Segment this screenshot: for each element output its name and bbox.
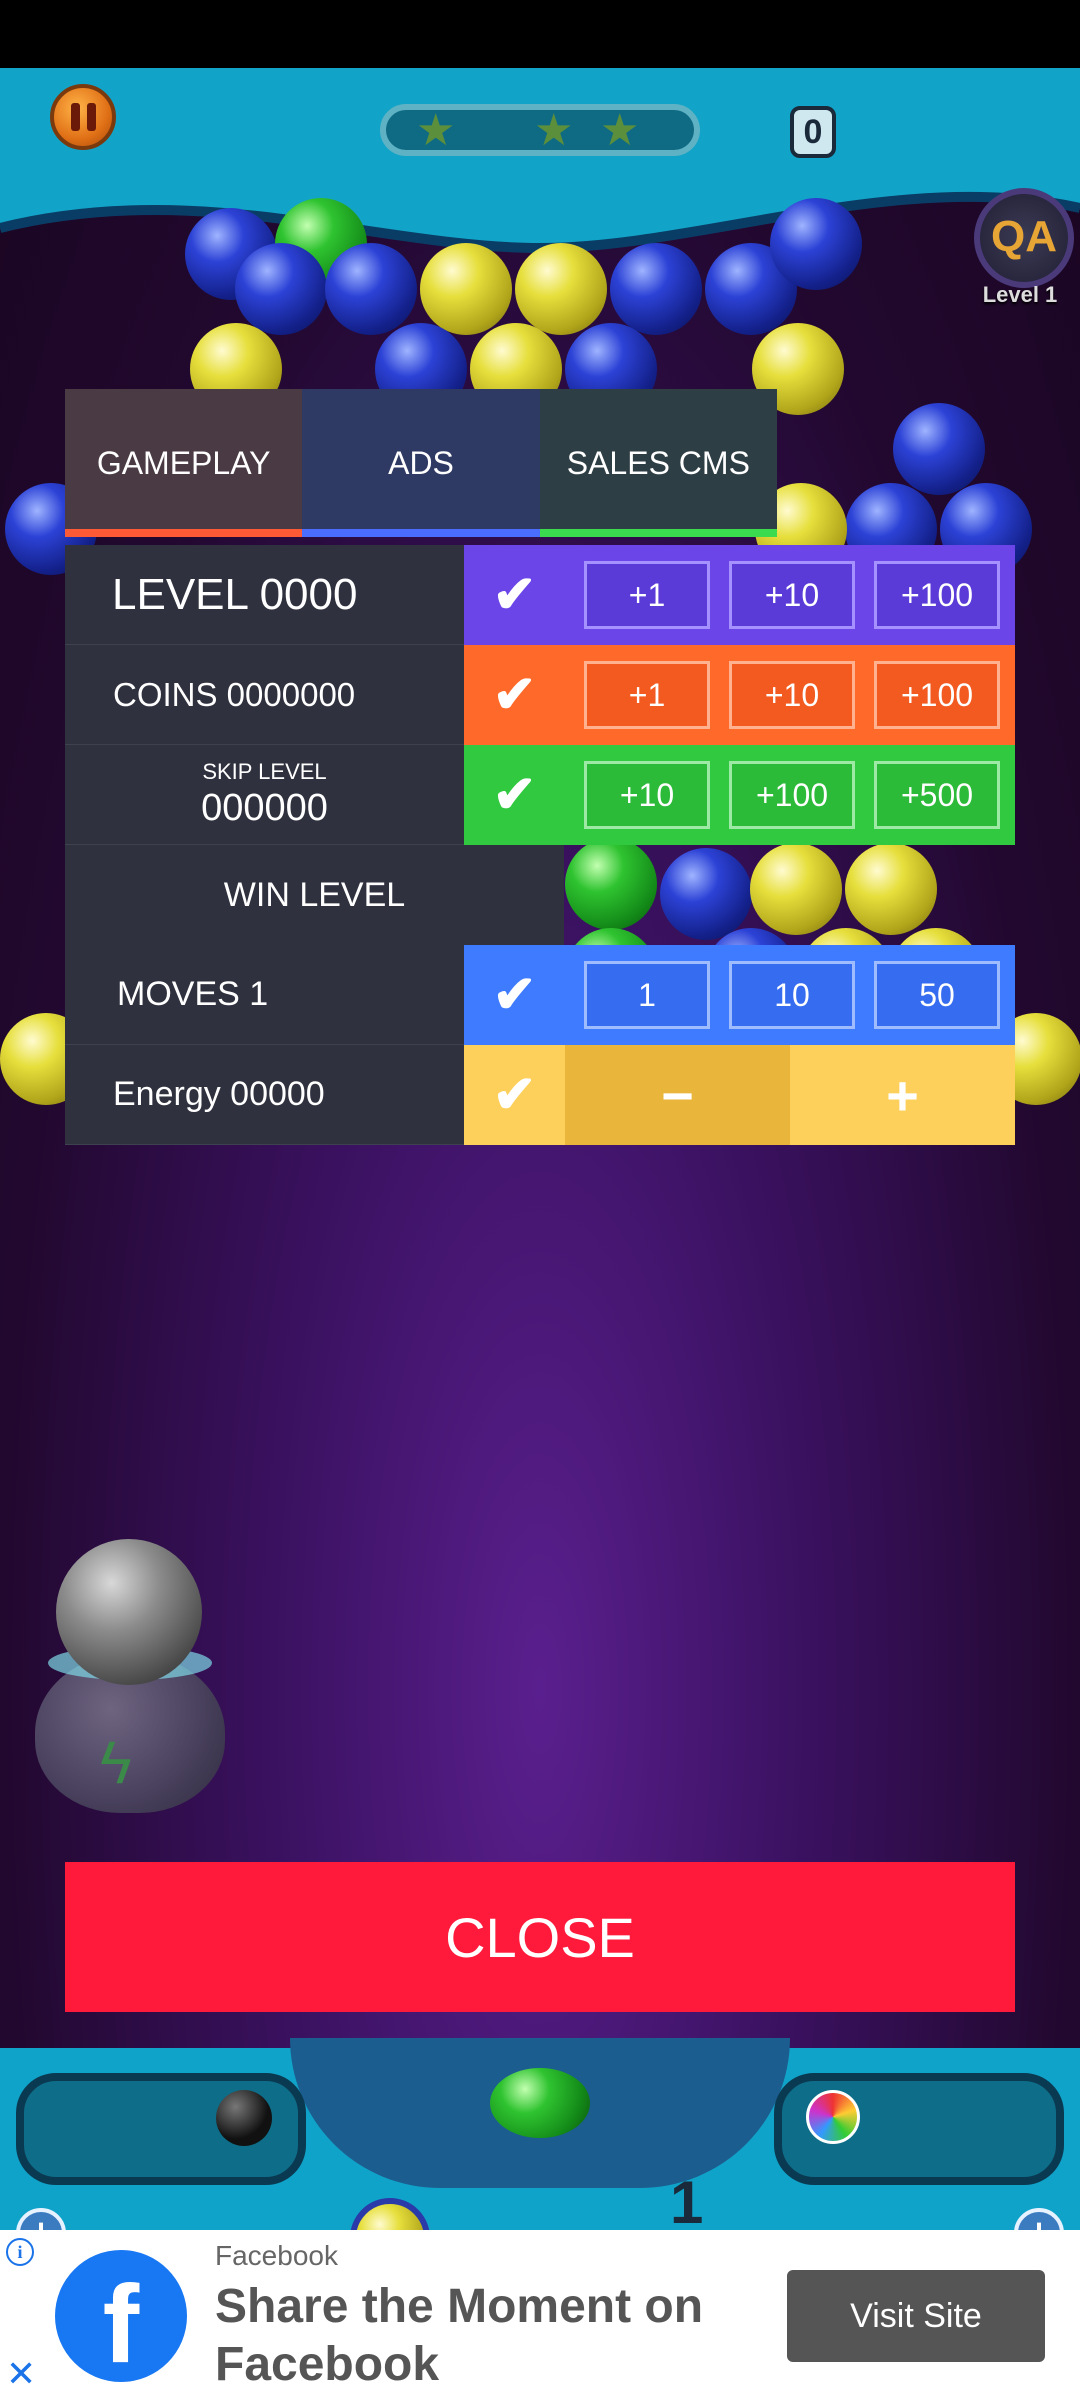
energy-controls: ✔ − +	[464, 1045, 1015, 1145]
skip-level-row: SKIP LEVEL 000000 ✔ +10 +100 +500	[65, 745, 1015, 845]
bubble	[565, 838, 657, 930]
skip-level-plus-500-button[interactable]: +500	[874, 761, 1000, 829]
bubble	[420, 243, 512, 335]
coins-plus-10-button[interactable]: +10	[729, 661, 855, 729]
apply-moves-check-icon[interactable]: ✔	[464, 945, 565, 1045]
debug-tabs: GAMEPLAY ADS SALES CMS	[65, 389, 778, 537]
skip-level-plus-100-button[interactable]: +100	[729, 761, 855, 829]
lightning-icon: ϟ	[100, 1729, 132, 1796]
skip-level-plus-10-button[interactable]: +10	[584, 761, 710, 829]
star-icon: ★	[600, 106, 640, 155]
energy-plus-button[interactable]: +	[790, 1045, 1015, 1145]
skip-level-value: 000000	[201, 787, 328, 829]
bubble	[660, 848, 752, 940]
pause-button[interactable]	[50, 84, 116, 150]
bomb-icon[interactable]	[216, 2090, 272, 2146]
qa-menu-button[interactable]: QA	[974, 188, 1074, 288]
skip-level-label: SKIP LEVEL 000000	[65, 745, 464, 845]
apply-energy-check-icon[interactable]: ✔	[464, 1045, 565, 1145]
apply-coins-check-icon[interactable]: ✔	[464, 645, 565, 745]
energy-row: Energy 00000 ✔ − +	[65, 1045, 1015, 1145]
moves-row: MOVES 1 ✔ 1 10 50	[65, 945, 1015, 1045]
coins-plus-100-button[interactable]: +100	[874, 661, 1000, 729]
shooter-bubble[interactable]	[490, 2068, 590, 2138]
apply-level-check-icon[interactable]: ✔	[464, 545, 565, 645]
level-value: LEVEL 0000	[65, 545, 464, 645]
facebook-logo-icon[interactable]: f	[55, 2250, 187, 2382]
moves-controls: ✔ 1 10 50	[464, 945, 1015, 1045]
bubble	[750, 843, 842, 935]
rainbow-ball-icon[interactable]	[806, 2090, 860, 2144]
star-icon: ★	[416, 106, 456, 155]
win-level-button[interactable]: WIN LEVEL	[65, 845, 564, 945]
level-plus-1-button[interactable]: +1	[584, 561, 710, 629]
top-frame	[0, 68, 1080, 254]
level-controls: ✔ +1 +10 +100	[464, 545, 1015, 645]
moves-left-counter: 1	[670, 2169, 704, 2230]
qa-level-label: Level 1	[982, 282, 1058, 307]
energy-value: Energy 00000	[65, 1045, 464, 1145]
ad-source: Facebook	[215, 2240, 338, 2271]
level-plus-10-button[interactable]: +10	[729, 561, 855, 629]
bubble	[235, 243, 327, 335]
tab-gameplay[interactable]: GAMEPLAY	[65, 389, 303, 537]
close-button[interactable]: CLOSE	[65, 1862, 1015, 2012]
energy-minus-button[interactable]: −	[565, 1045, 790, 1145]
skip-level-controls: ✔ +10 +100 +500	[464, 745, 1015, 845]
skip-level-caption: SKIP LEVEL	[202, 759, 327, 784]
bubble	[893, 403, 985, 495]
ad-info-icon[interactable]: i	[6, 2238, 34, 2266]
star-icon: ★	[534, 106, 574, 155]
coins-value: COINS 0000000	[65, 645, 464, 745]
moves-value: MOVES 1	[65, 945, 464, 1045]
tab-sales-cms[interactable]: SALES CMS	[539, 389, 778, 537]
ad-close-icon[interactable]: ✕	[6, 2356, 36, 2392]
moves-1-button[interactable]: 1	[584, 961, 710, 1029]
apply-skip-level-check-icon[interactable]: ✔	[464, 745, 565, 845]
score-counter: 0	[790, 106, 836, 158]
coins-controls: ✔ +1 +10 +100	[464, 645, 1015, 745]
bubble	[325, 243, 417, 335]
ad-headline[interactable]: Share the Moment on Facebook	[215, 2278, 755, 2394]
tab-ads[interactable]: ADS	[302, 389, 540, 537]
level-plus-100-button[interactable]: +100	[874, 561, 1000, 629]
crystal-ball-icon	[56, 1539, 202, 1685]
star-progress-bar: ★ ★ ★	[380, 104, 700, 156]
coins-plus-1-button[interactable]: +1	[584, 661, 710, 729]
level-row: LEVEL 0000 ✔ +1 +10 +100	[65, 545, 1015, 645]
moves-10-button[interactable]: 10	[729, 961, 855, 1029]
visit-site-button[interactable]: Visit Site	[787, 2270, 1045, 2362]
bubble	[515, 243, 607, 335]
bubble	[610, 243, 702, 335]
moves-50-button[interactable]: 50	[874, 961, 1000, 1029]
status-bar	[0, 0, 1080, 68]
coins-row: COINS 0000000 ✔ +1 +10 +100	[65, 645, 1015, 745]
bubble	[845, 843, 937, 935]
bubble	[770, 198, 862, 290]
